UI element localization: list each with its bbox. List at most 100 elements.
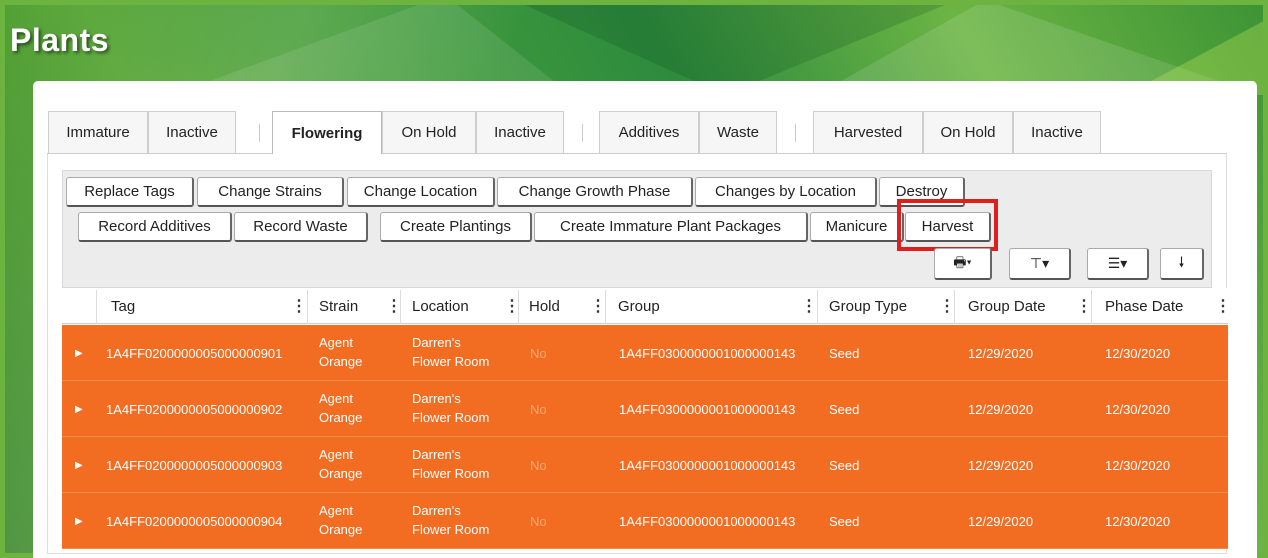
column-menu-icon[interactable]: ⋮ <box>590 296 606 316</box>
tab-separator <box>795 124 796 142</box>
column-menu-icon[interactable]: ⋮ <box>291 296 307 316</box>
tab-immature[interactable]: Immature <box>48 111 148 153</box>
create-plantings-button[interactable]: Create Plantings <box>380 212 532 242</box>
cell-group-type: Seed <box>829 402 860 417</box>
cell-tag: 1A4FF0200000005000000902 <box>106 402 283 417</box>
row-expand-icon[interactable]: ▶ <box>75 460 83 471</box>
cell-hold: No <box>530 346 547 361</box>
manicure-button[interactable]: Manicure <box>810 212 904 242</box>
row-expand-icon[interactable]: ▶ <box>75 404 83 415</box>
tab-harvested[interactable]: Harvested <box>813 111 923 153</box>
tab-flowering[interactable]: Flowering <box>272 111 382 155</box>
column-divider <box>307 290 308 324</box>
tab-immature-inactive[interactable]: Inactive <box>148 111 236 153</box>
download-icon: 🠗 <box>1178 253 1185 270</box>
cell-strain: Agent <box>319 335 353 350</box>
tab-additives[interactable]: Additives <box>599 111 699 153</box>
column-divider <box>518 290 519 324</box>
row-expand-icon[interactable]: ▶ <box>75 516 83 527</box>
cell-group: 1A4FF0300000001000000143 <box>619 346 796 361</box>
changes-by-location-button[interactable]: Changes by Location <box>695 177 877 207</box>
column-divider <box>605 290 606 324</box>
background-shape <box>185 5 565 90</box>
cell-strain: Orange <box>319 466 363 481</box>
tab-flowering-inactive[interactable]: Inactive <box>476 111 564 153</box>
cell-phase-date: 12/30/2020 <box>1105 514 1171 529</box>
cell-tag: 1A4FF0200000005000000904 <box>106 514 283 529</box>
cell-location: Darren's <box>412 335 461 350</box>
replace-tags-button[interactable]: Replace Tags <box>66 177 194 207</box>
cell-group-date: 12/29/2020 <box>968 402 1034 417</box>
cell-location: Darren's <box>412 503 461 518</box>
column-header-tag[interactable]: Tag <box>111 288 135 324</box>
change-location-button[interactable]: Change Location <box>347 177 495 207</box>
print-icon: 🖶▾ <box>953 253 972 270</box>
cell-group-date: 12/29/2020 <box>968 346 1034 361</box>
cell-group-type: Seed <box>829 458 860 473</box>
cell-location: Flower Room <box>412 466 490 481</box>
column-header-location[interactable]: Location <box>412 288 469 324</box>
filter-icon: ⊤▾ <box>1029 255 1050 271</box>
cell-group: 1A4FF0300000001000000143 <box>619 514 796 529</box>
column-menu-icon[interactable]: ⋮ <box>939 296 955 316</box>
column-header-group-type[interactable]: Group Type <box>829 288 907 324</box>
cell-group: 1A4FF0300000001000000143 <box>619 458 796 473</box>
cell-group-date: 12/29/2020 <box>968 458 1034 473</box>
change-strains-button[interactable]: Change Strains <box>197 177 344 207</box>
cell-strain: Agent <box>319 447 353 462</box>
column-divider <box>400 290 401 324</box>
column-header-phase-date[interactable]: Phase Date <box>1105 288 1183 324</box>
column-divider <box>96 290 97 324</box>
create-immature-plant-packages-button[interactable]: Create Immature Plant Packages <box>534 212 808 242</box>
cell-tag: 1A4FF0200000005000000901 <box>106 346 283 361</box>
column-header-strain[interactable]: Strain <box>319 288 358 324</box>
cell-phase-date: 12/30/2020 <box>1105 346 1171 361</box>
cell-location: Darren's <box>412 391 461 406</box>
print-button[interactable]: 🖶▾ <box>934 248 992 280</box>
tab-flowering-on-hold[interactable]: On Hold <box>382 111 476 153</box>
column-divider <box>817 290 818 324</box>
cell-group-date: 12/29/2020 <box>968 514 1034 529</box>
row-expand-icon[interactable]: ▶ <box>75 348 83 359</box>
page-title: Plants <box>10 22 110 58</box>
cell-tag: 1A4FF0200000005000000903 <box>106 458 283 473</box>
cell-hold: No <box>530 458 547 473</box>
change-growth-phase-button[interactable]: Change Growth Phase <box>497 177 693 207</box>
cell-strain: Orange <box>319 522 363 537</box>
column-divider <box>1091 290 1092 324</box>
cell-strain: Agent <box>319 503 353 518</box>
cell-location: Darren's <box>412 447 461 462</box>
column-header-group-date[interactable]: Group Date <box>968 288 1046 324</box>
tab-separator <box>582 124 583 142</box>
record-waste-button[interactable]: Record Waste <box>234 212 368 242</box>
harvest-highlight <box>897 199 998 251</box>
columns-menu-button[interactable]: ☰▾ <box>1087 248 1149 280</box>
cell-phase-date: 12/30/2020 <box>1105 458 1171 473</box>
column-divider <box>954 290 955 324</box>
column-header-group[interactable]: Group <box>618 288 660 324</box>
cell-group: 1A4FF0300000001000000143 <box>619 402 796 417</box>
tab-harvested-on-hold[interactable]: On Hold <box>923 111 1013 153</box>
cell-hold: No <box>530 514 547 529</box>
filter-button[interactable]: ⊤▾ <box>1009 248 1071 280</box>
cell-location: Flower Room <box>412 354 490 369</box>
cell-strain: Agent <box>319 391 353 406</box>
column-menu-icon[interactable]: ⋮ <box>1076 296 1092 316</box>
record-additives-button[interactable]: Record Additives <box>78 212 232 242</box>
tab-separator <box>259 124 260 142</box>
cell-phase-date: 12/30/2020 <box>1105 402 1171 417</box>
cell-hold: No <box>530 402 547 417</box>
cell-group-type: Seed <box>829 514 860 529</box>
download-button[interactable]: 🠗 <box>1160 248 1204 280</box>
column-menu-icon[interactable]: ⋮ <box>801 296 817 316</box>
column-menu-icon[interactable]: ⋮ <box>1215 296 1231 316</box>
column-header-hold[interactable]: Hold <box>529 288 560 324</box>
cell-strain: Orange <box>319 354 363 369</box>
columns-menu-icon: ☰▾ <box>1107 255 1128 271</box>
cell-location: Flower Room <box>412 522 490 537</box>
cell-strain: Orange <box>319 410 363 425</box>
cell-group-type: Seed <box>829 346 860 361</box>
tab-harvested-inactive[interactable]: Inactive <box>1013 111 1101 153</box>
tab-waste[interactable]: Waste <box>699 111 777 153</box>
cell-location: Flower Room <box>412 410 490 425</box>
